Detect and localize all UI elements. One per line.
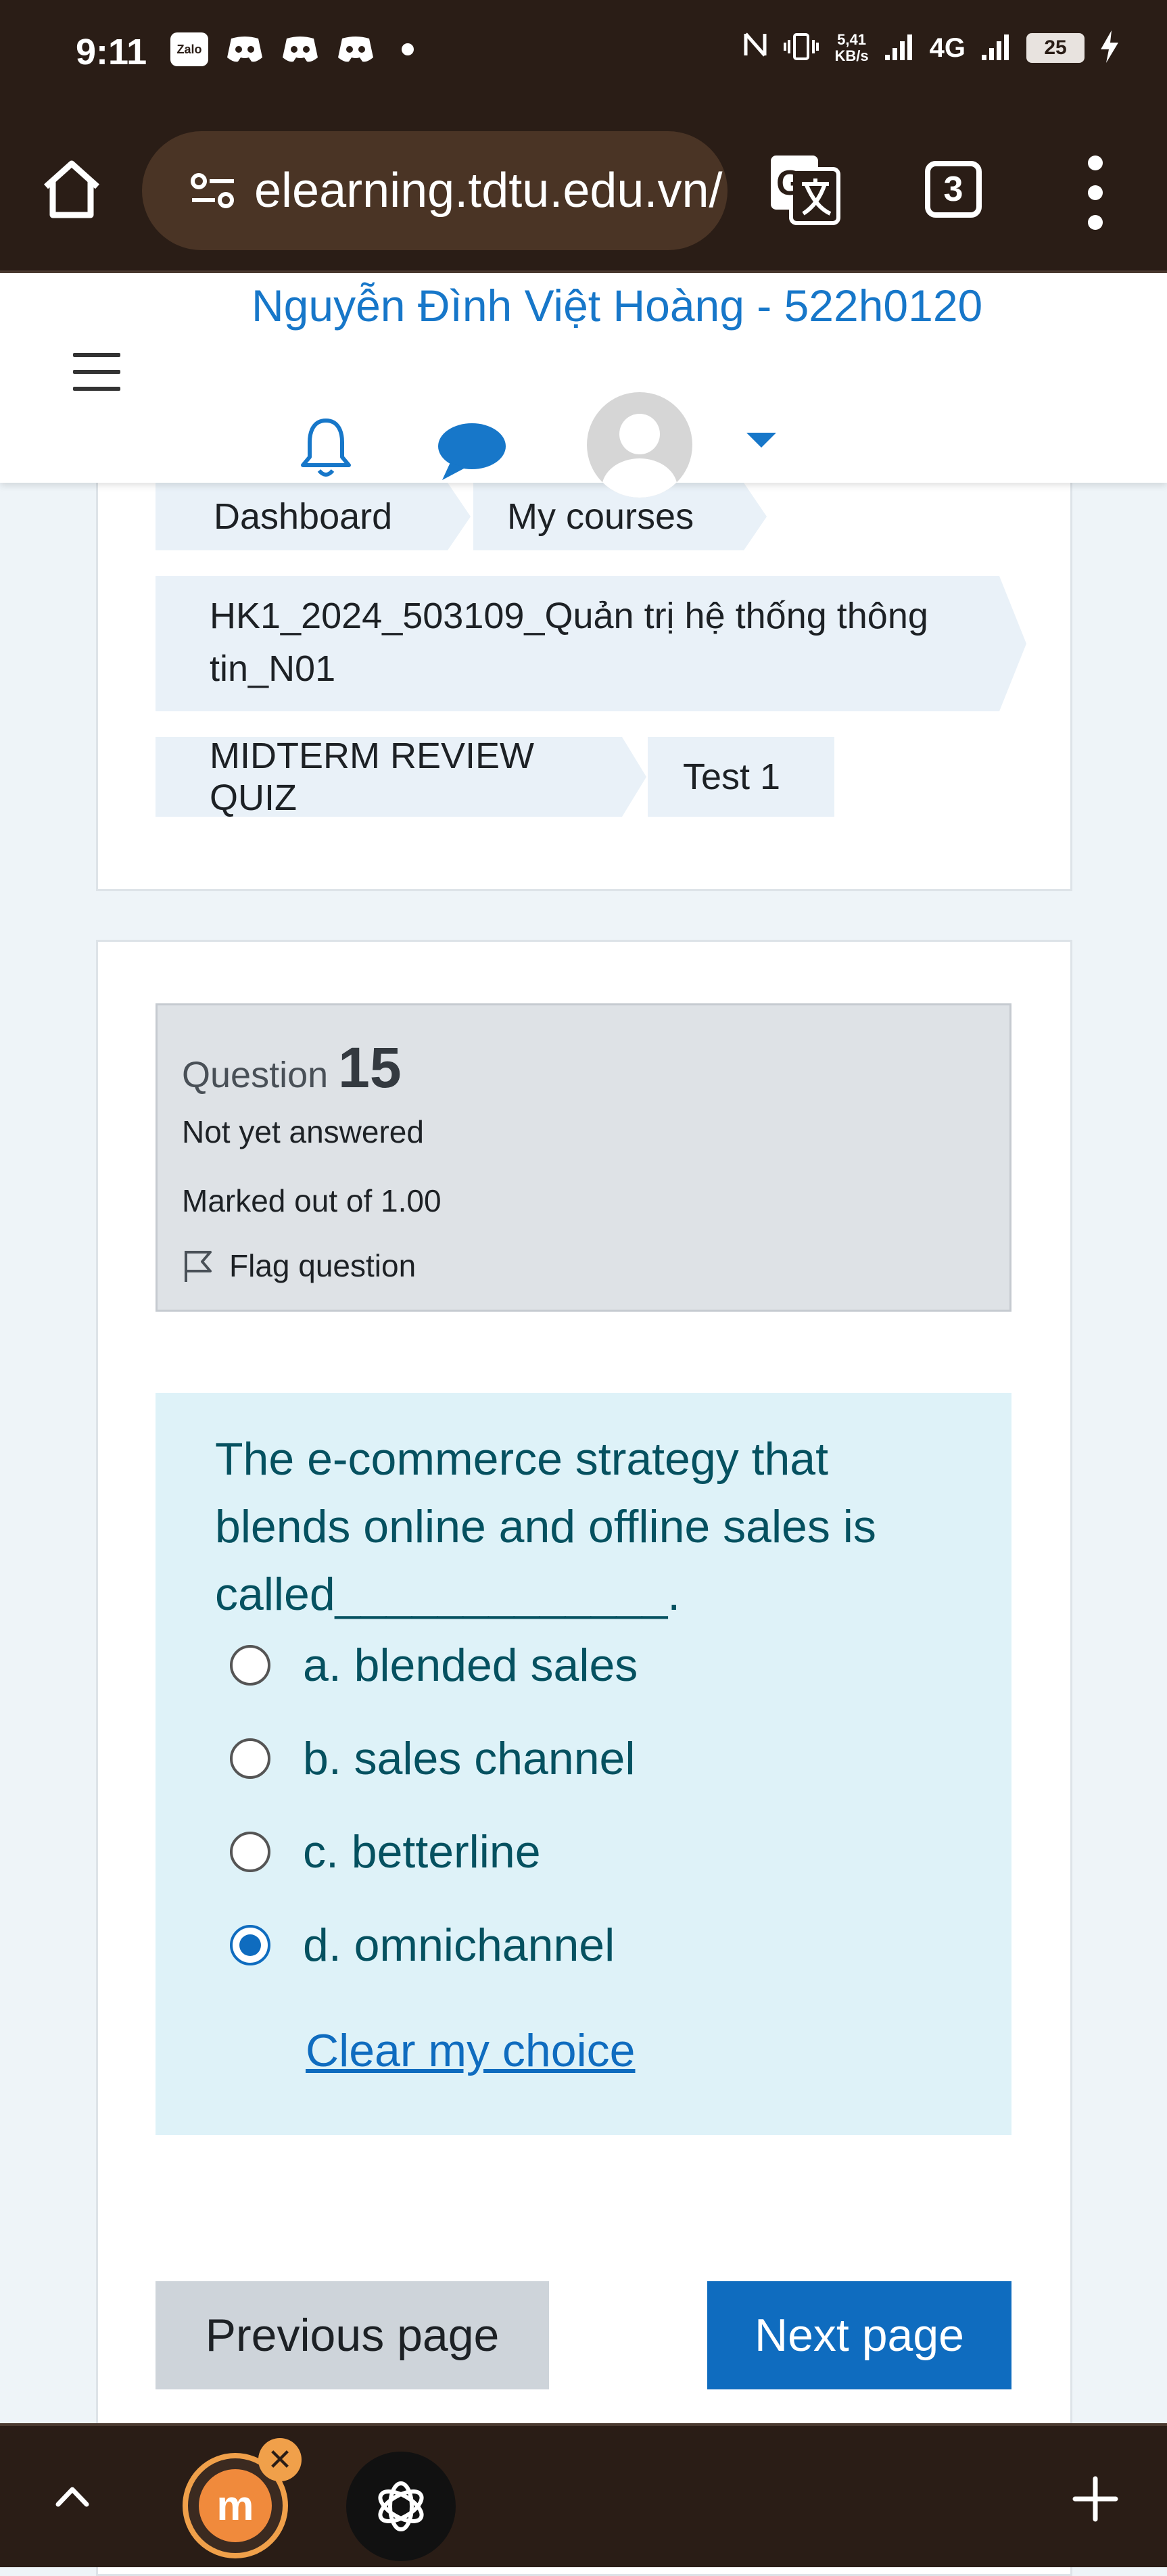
browser-bottom-bar: m ✕: [0, 2423, 1167, 2567]
breadcrumb-item-my-courses[interactable]: My courses: [473, 483, 744, 550]
answer-option-a[interactable]: a. blended sales: [230, 1639, 638, 1692]
nfc-icon: [743, 30, 767, 66]
chevron-up-icon[interactable]: [49, 2473, 96, 2521]
site-header: Nguyễn Đình Việt Hoàng - 522h0120: [0, 273, 1167, 498]
question-marks: Marked out of 1.00: [182, 1183, 442, 1218]
svg-text:G: G: [776, 164, 803, 203]
flag-icon: [185, 1251, 212, 1282]
user-menu-caret-icon[interactable]: [746, 433, 776, 448]
question-status: Not yet answered: [182, 1114, 424, 1149]
discord-icon: [226, 32, 264, 66]
openai-icon: [378, 2481, 424, 2531]
hamburger-menu-icon[interactable]: [73, 353, 120, 391]
discord-icon: [337, 32, 375, 66]
breadcrumb-item-quiz[interactable]: MIDTERM REVIEW QUIZ: [156, 736, 622, 818]
breadcrumb-item-dashboard[interactable]: Dashboard: [156, 483, 448, 550]
breadcrumb-separator: [622, 737, 646, 817]
breadcrumb-item-test[interactable]: Test 1: [648, 737, 834, 817]
radio-button[interactable]: [230, 1738, 270, 1779]
notification-icons: Zalo: [170, 32, 414, 66]
radio-button-selected[interactable]: [230, 1925, 270, 1965]
notification-bell-icon[interactable]: [300, 415, 352, 480]
browser-toolbar: elearning.tdtu.edu.vn/ G 3: [0, 108, 1167, 273]
system-indicators: 5,41 KB/s 4G 25: [743, 30, 1120, 66]
close-icon[interactable]: ✕: [258, 2438, 302, 2481]
user-avatar[interactable]: [587, 392, 692, 498]
vibrate-icon: [782, 32, 820, 65]
discord-icon: [281, 32, 319, 66]
home-icon[interactable]: [38, 156, 105, 223]
radio-button[interactable]: [230, 1832, 270, 1872]
zalo-icon: Zalo: [170, 32, 208, 66]
network-speed: 5,41 KB/s: [834, 31, 869, 64]
breadcrumb-separator: [448, 483, 471, 550]
moodle-icon: m: [199, 2469, 272, 2542]
url-text: elearning.tdtu.edu.vn/: [254, 164, 723, 218]
plus-icon[interactable]: [1068, 2472, 1122, 2526]
question-number: Question 15: [182, 1036, 402, 1099]
address-bar[interactable]: elearning.tdtu.edu.vn/: [142, 131, 728, 250]
signal-icon: [980, 32, 1011, 65]
status-bar: 9:11 Zalo 5,41 KB/s 4G 25: [0, 0, 1167, 108]
radio-button[interactable]: [230, 1645, 270, 1686]
breadcrumb-item-course[interactable]: HK1_2024_503109_Quản trị hệ thống thông …: [156, 576, 999, 711]
answer-option-b[interactable]: b. sales channel: [230, 1732, 635, 1785]
tab-switcher-button[interactable]: 3: [925, 161, 982, 218]
clear-choice-link[interactable]: Clear my choice: [306, 2024, 636, 2077]
user-name: Nguyễn Đình Việt Hoàng - 522h0120: [252, 281, 983, 331]
question-body: The e-commerce strategy that blends onli…: [156, 1393, 1011, 2135]
messages-icon[interactable]: [435, 421, 508, 481]
charging-icon: [1099, 30, 1120, 66]
question-info-box: Question 15 Not yet answered Marked out …: [156, 1003, 1011, 1312]
clock: 9:11: [76, 32, 147, 72]
flag-question-button[interactable]: Flag question: [182, 1247, 416, 1284]
chatgpt-app-bubble[interactable]: [346, 2452, 456, 2561]
previous-page-button[interactable]: Previous page: [156, 2281, 549, 2389]
answer-option-c[interactable]: c. betterline: [230, 1826, 541, 1878]
more-notifications-dot: [402, 43, 414, 55]
signal-icon: [884, 32, 915, 65]
breadcrumb-separator: [744, 483, 767, 550]
question-text: The e-commerce strategy that blends onli…: [215, 1433, 876, 1620]
next-page-button[interactable]: Next page: [707, 2281, 1011, 2389]
translate-icon[interactable]: G: [767, 151, 842, 227]
breadcrumb-separator: [999, 576, 1026, 711]
moodle-app-bubble[interactable]: m ✕: [183, 2438, 302, 2558]
site-settings-icon[interactable]: [189, 170, 237, 211]
network-type: 4G: [929, 32, 966, 63]
answer-option-d[interactable]: d. omnichannel: [230, 1919, 615, 1972]
browser-menu-icon[interactable]: [1082, 156, 1109, 230]
battery-level: 25: [1026, 33, 1085, 63]
